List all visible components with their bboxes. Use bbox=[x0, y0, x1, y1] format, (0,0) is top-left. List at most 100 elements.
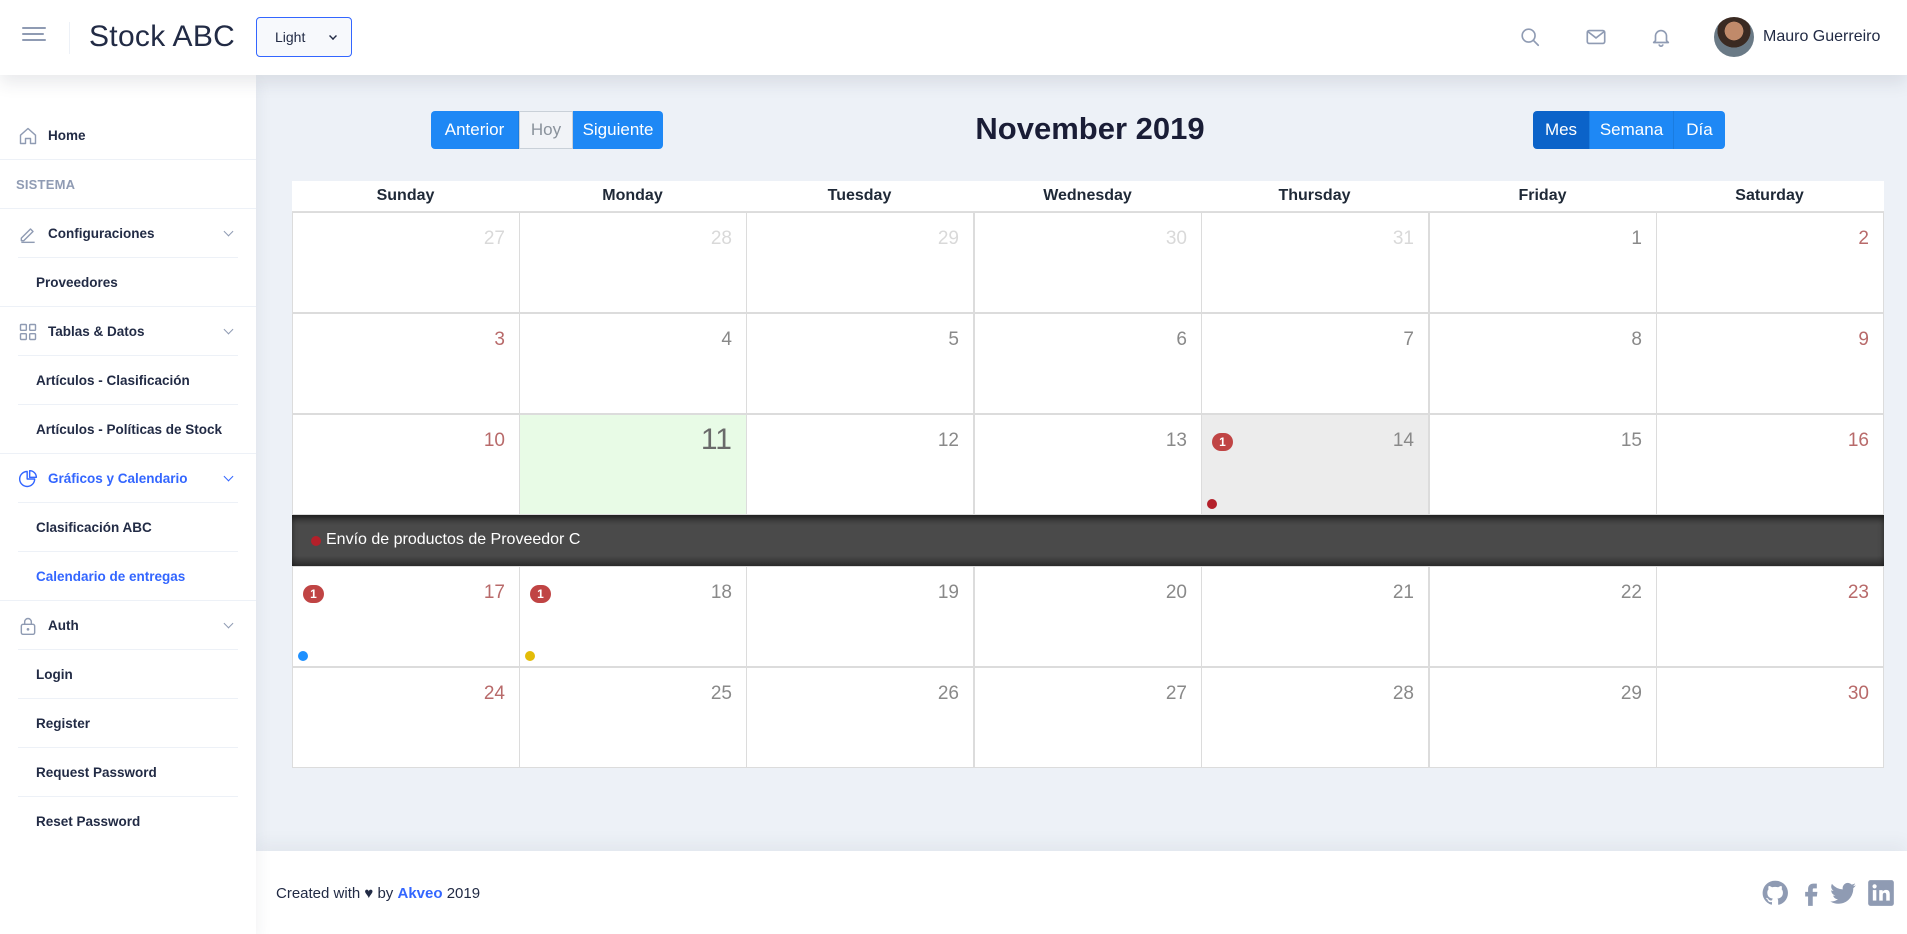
sidebar-item-graficos[interactable]: Gráficos y Calendario bbox=[0, 454, 256, 503]
edit-icon bbox=[20, 227, 35, 243]
divider bbox=[0, 159, 256, 160]
day-cell[interactable]: 4 bbox=[519, 313, 747, 414]
header-divider bbox=[69, 22, 70, 54]
view-day-button[interactable]: Día bbox=[1674, 111, 1725, 149]
day-cell[interactable]: 19 bbox=[746, 566, 974, 667]
sidebar-item-label: Artículos - Políticas de Stock bbox=[36, 422, 223, 437]
sidebar-item-label: Gráficos y Calendario bbox=[48, 471, 188, 486]
view-week-button[interactable]: Semana bbox=[1590, 111, 1674, 149]
day-cell[interactable]: 29 bbox=[1429, 667, 1657, 768]
weekday-header-row: Sunday Monday Tuesday Wednesday Thursday… bbox=[292, 181, 1884, 212]
day-cell[interactable]: 30 bbox=[1656, 667, 1884, 768]
user-avatar[interactable] bbox=[1714, 17, 1754, 57]
sidebar-item-art-politicas[interactable]: Artículos - Políticas de Stock bbox=[18, 405, 238, 454]
day-cell[interactable]: 1 18 bbox=[519, 566, 747, 667]
event-dot bbox=[1207, 499, 1217, 509]
facebook-icon[interactable] bbox=[1797, 879, 1825, 907]
day-cell[interactable]: 16 bbox=[1656, 414, 1884, 515]
github-icon[interactable] bbox=[1761, 879, 1789, 907]
day-cell[interactable]: 30 bbox=[974, 212, 1202, 313]
day-cell[interactable]: 28 bbox=[519, 212, 747, 313]
sidebar-item-register[interactable]: Register bbox=[18, 699, 238, 748]
sidebar-item-login[interactable]: Login bbox=[18, 650, 238, 699]
email-icon[interactable] bbox=[1585, 26, 1607, 48]
sidebar-item-reset-password[interactable]: Reset Password bbox=[18, 797, 238, 846]
chevron-down-icon bbox=[223, 226, 234, 237]
day-cell[interactable]: 20 bbox=[974, 566, 1202, 667]
day-cell[interactable]: 1 17 bbox=[292, 566, 520, 667]
event-count-badge: 1 bbox=[1212, 433, 1233, 451]
day-cell[interactable]: 9 bbox=[1656, 313, 1884, 414]
day-cell-today[interactable]: 11 bbox=[519, 414, 747, 515]
day-cell[interactable]: 26 bbox=[746, 667, 974, 768]
day-number: 27 bbox=[483, 228, 505, 249]
sidebar-item-configuraciones[interactable]: Configuraciones bbox=[0, 209, 256, 258]
theme-select[interactable]: Light bbox=[256, 17, 352, 57]
day-cell[interactable]: 15 bbox=[1429, 414, 1657, 515]
sidebar-item-tablas[interactable]: Tablas & Datos bbox=[0, 307, 256, 356]
day-cell[interactable]: 24 bbox=[292, 667, 520, 768]
sidebar-item-home[interactable]: Home bbox=[0, 111, 256, 160]
day-cell[interactable]: 12 bbox=[746, 414, 974, 515]
day-cell[interactable]: 3 bbox=[292, 313, 520, 414]
chevron-down-icon bbox=[329, 32, 337, 40]
sidebar-item-request-password[interactable]: Request Password bbox=[18, 748, 238, 797]
today-button[interactable]: Hoy bbox=[519, 111, 573, 149]
sidebar-item-proveedores[interactable]: Proveedores bbox=[18, 258, 238, 307]
day-cell[interactable]: 2 bbox=[1656, 212, 1884, 313]
event-detail-row: Envío de productos de Proveedor C bbox=[292, 515, 1884, 566]
day-cell[interactable]: 8 bbox=[1429, 313, 1657, 414]
day-cell[interactable]: 31 bbox=[1201, 212, 1429, 313]
day-number: 4 bbox=[721, 329, 732, 350]
day-cell[interactable]: 6 bbox=[974, 313, 1202, 414]
day-number: 29 bbox=[1620, 683, 1642, 704]
app-logo[interactable]: Stock ABC bbox=[89, 20, 235, 54]
event-title[interactable]: Envío de productos de Proveedor C bbox=[326, 531, 580, 549]
prev-button[interactable]: Anterior bbox=[431, 111, 519, 149]
sidebar-item-label: Auth bbox=[48, 618, 79, 633]
day-cell[interactable]: 1 bbox=[1429, 212, 1657, 313]
twitter-icon[interactable] bbox=[1829, 879, 1857, 907]
next-button[interactable]: Siguiente bbox=[573, 111, 663, 149]
day-cell[interactable]: 25 bbox=[519, 667, 747, 768]
sidebar-item-calendario[interactable]: Calendario de entregas bbox=[18, 552, 238, 601]
day-cell[interactable]: 10 bbox=[292, 414, 520, 515]
sidebar-item-label: Home bbox=[48, 128, 86, 143]
day-number: 22 bbox=[1620, 582, 1642, 603]
day-cell[interactable]: 23 bbox=[1656, 566, 1884, 667]
day-number: 11 bbox=[700, 423, 732, 456]
sidebar-item-label: Proveedores bbox=[36, 275, 118, 290]
day-number: 20 bbox=[1165, 582, 1187, 603]
search-icon[interactable] bbox=[1519, 26, 1541, 48]
sidebar-item-art-clasificacion[interactable]: Artículos - Clasificación bbox=[18, 356, 238, 405]
day-number: 1 bbox=[1631, 228, 1642, 249]
menu-toggle-icon[interactable] bbox=[22, 27, 46, 47]
day-cell-selected[interactable]: 1 14 bbox=[1201, 414, 1429, 515]
sidebar-item-label: Artículos - Clasificación bbox=[36, 373, 190, 388]
day-number: 28 bbox=[710, 228, 732, 249]
day-cell[interactable]: 22 bbox=[1429, 566, 1657, 667]
theme-select-value: Light bbox=[275, 29, 306, 45]
day-cell[interactable]: 27 bbox=[974, 667, 1202, 768]
day-number: 7 bbox=[1403, 329, 1414, 350]
day-cell[interactable]: 27 bbox=[292, 212, 520, 313]
chevron-down-icon bbox=[223, 618, 234, 629]
linkedin-icon[interactable] bbox=[1867, 879, 1895, 907]
sidebar-item-auth[interactable]: Auth bbox=[0, 601, 256, 650]
footer-by: by bbox=[377, 885, 394, 902]
day-cell[interactable]: 28 bbox=[1201, 667, 1429, 768]
bell-icon[interactable] bbox=[1650, 26, 1672, 48]
sidebar-item-clasificacion-abc[interactable]: Clasificación ABC bbox=[18, 503, 238, 552]
user-name[interactable]: Mauro Guerreiro bbox=[1763, 28, 1880, 46]
sidebar-item-label: Tablas & Datos bbox=[48, 324, 145, 339]
day-number: 17 bbox=[483, 582, 505, 603]
day-cell[interactable]: 7 bbox=[1201, 313, 1429, 414]
day-cell[interactable]: 21 bbox=[1201, 566, 1429, 667]
day-cell[interactable]: 5 bbox=[746, 313, 974, 414]
day-cell[interactable]: 13 bbox=[974, 414, 1202, 515]
akveo-link[interactable]: Akveo bbox=[397, 885, 442, 902]
view-month-button[interactable]: Mes bbox=[1533, 111, 1590, 149]
sidebar-item-label: Clasificación ABC bbox=[36, 520, 152, 535]
day-cell[interactable]: 29 bbox=[746, 212, 974, 313]
home-icon bbox=[19, 127, 37, 144]
